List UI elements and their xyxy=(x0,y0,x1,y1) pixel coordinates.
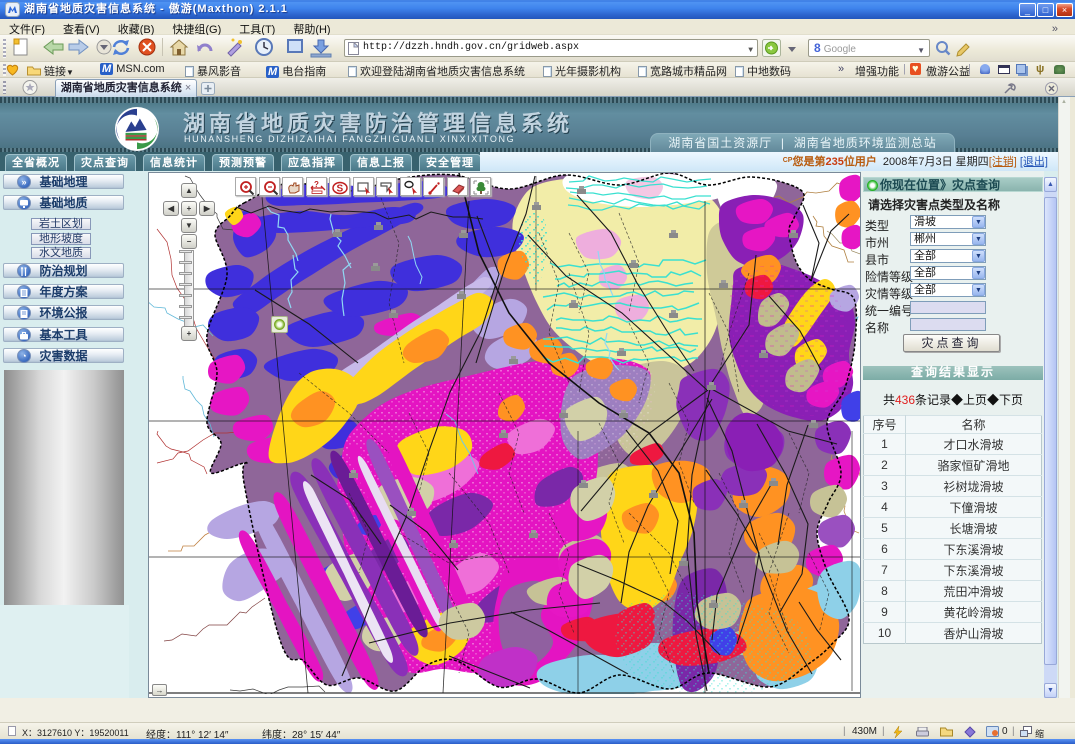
svg-text:?: ? xyxy=(314,180,319,189)
svg-text:S: S xyxy=(337,184,344,195)
